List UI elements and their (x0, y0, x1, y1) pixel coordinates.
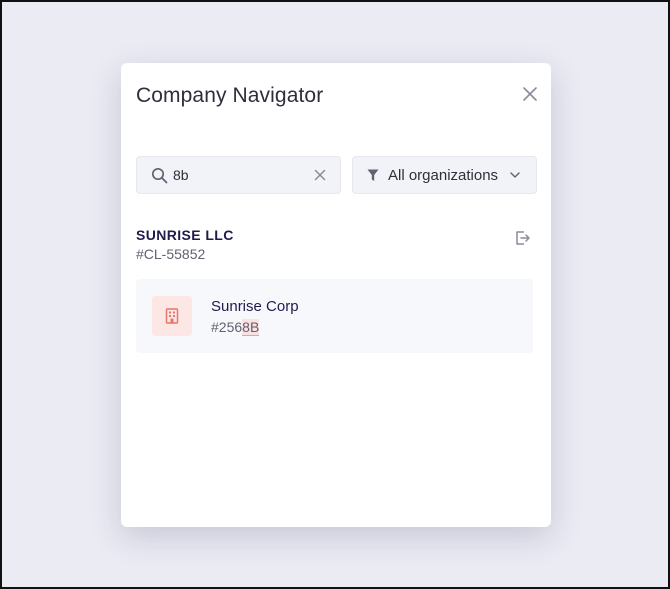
company-navigator-modal: Company Navigator All organizations (121, 63, 551, 527)
modal-title: Company Navigator (136, 84, 324, 107)
sign-out-icon (516, 231, 530, 245)
modal-backdrop: Company Navigator All organizations (0, 0, 670, 589)
clear-search-icon[interactable] (314, 169, 326, 181)
building-icon (165, 308, 179, 324)
group-id: #CL-55852 (136, 246, 206, 262)
filter-selected-label: All organizations (388, 167, 499, 184)
chevron-down-icon (510, 172, 520, 178)
funnel-icon (367, 169, 379, 181)
search-match-highlight: 8B (242, 319, 260, 336)
search-field[interactable] (136, 156, 341, 194)
organization-filter-dropdown[interactable]: All organizations (352, 156, 537, 194)
search-input[interactable] (173, 165, 293, 185)
company-name: Sunrise Corp (211, 298, 299, 315)
switch-group-button[interactable] (514, 229, 532, 247)
search-icon (151, 167, 168, 184)
company-id: #2568B (211, 319, 260, 336)
group-name: SUNRISE LLC (136, 227, 234, 243)
close-button[interactable] (521, 85, 539, 103)
company-id-prefix: #256 (211, 319, 243, 335)
company-avatar (152, 296, 192, 336)
company-result-item[interactable]: Sunrise Corp #2568B (136, 279, 533, 353)
close-icon (523, 87, 537, 101)
